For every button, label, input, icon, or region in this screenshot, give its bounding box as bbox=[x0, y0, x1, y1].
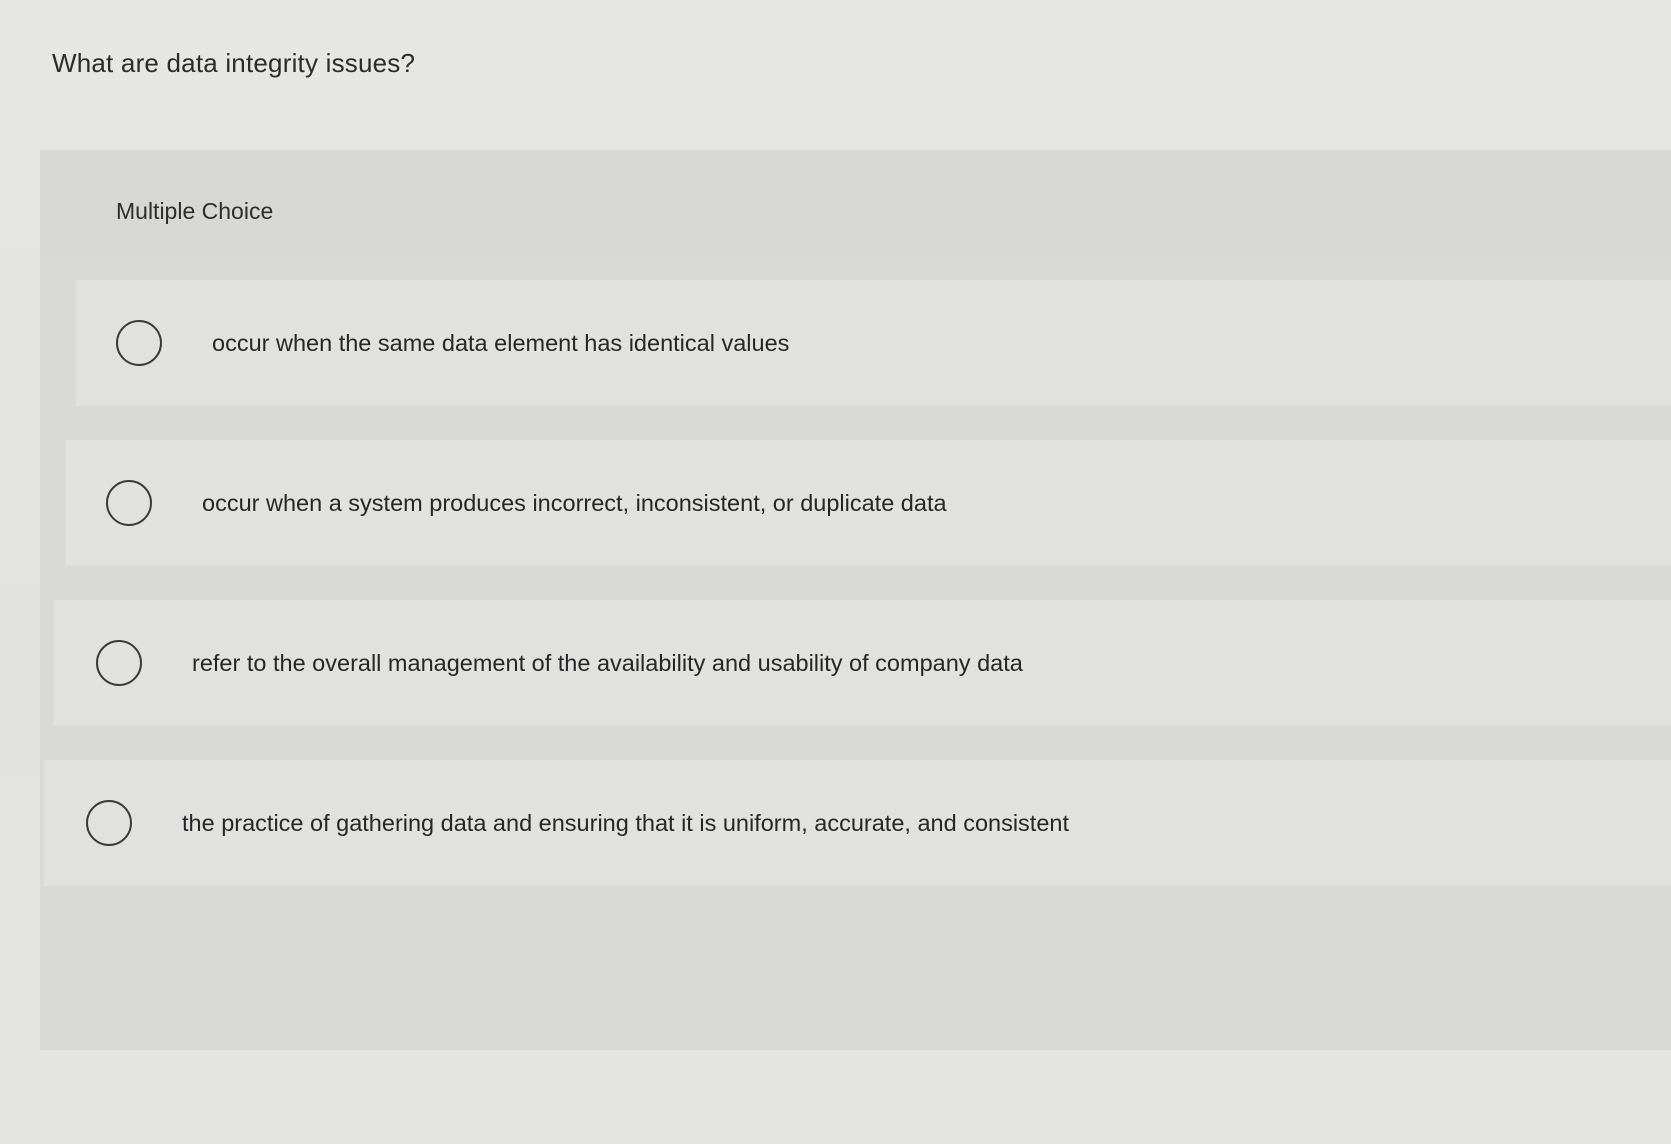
answer-option-2[interactable]: occur when a system produces incorrect, … bbox=[66, 440, 1671, 566]
question-type-label: Multiple Choice bbox=[116, 198, 274, 224]
answer-option-1[interactable]: occur when the same data element has ide… bbox=[76, 280, 1671, 406]
answer-option-3[interactable]: refer to the overall management of the a… bbox=[54, 600, 1671, 726]
radio-unchecked-icon[interactable] bbox=[96, 640, 142, 686]
answer-option-label: occur when the same data element has ide… bbox=[212, 329, 790, 356]
answer-option-label: the practice of gathering data and ensur… bbox=[182, 809, 1069, 836]
answer-option-label: occur when a system produces incorrect, … bbox=[202, 489, 947, 516]
multiple-choice-panel: Multiple Choice occur when the same data… bbox=[40, 150, 1671, 1050]
radio-unchecked-icon[interactable] bbox=[116, 320, 162, 366]
radio-unchecked-icon[interactable] bbox=[106, 480, 152, 526]
question-text: What are data integrity issues? bbox=[52, 48, 416, 78]
answer-option-label: refer to the overall management of the a… bbox=[192, 649, 1023, 676]
page: What are data integrity issues? Multiple… bbox=[0, 0, 1671, 1144]
panel-header: Multiple Choice bbox=[40, 150, 1671, 260]
answer-option-4[interactable]: the practice of gathering data and ensur… bbox=[44, 760, 1671, 886]
page-footer-area bbox=[0, 1050, 1671, 1144]
radio-unchecked-icon[interactable] bbox=[86, 800, 132, 846]
